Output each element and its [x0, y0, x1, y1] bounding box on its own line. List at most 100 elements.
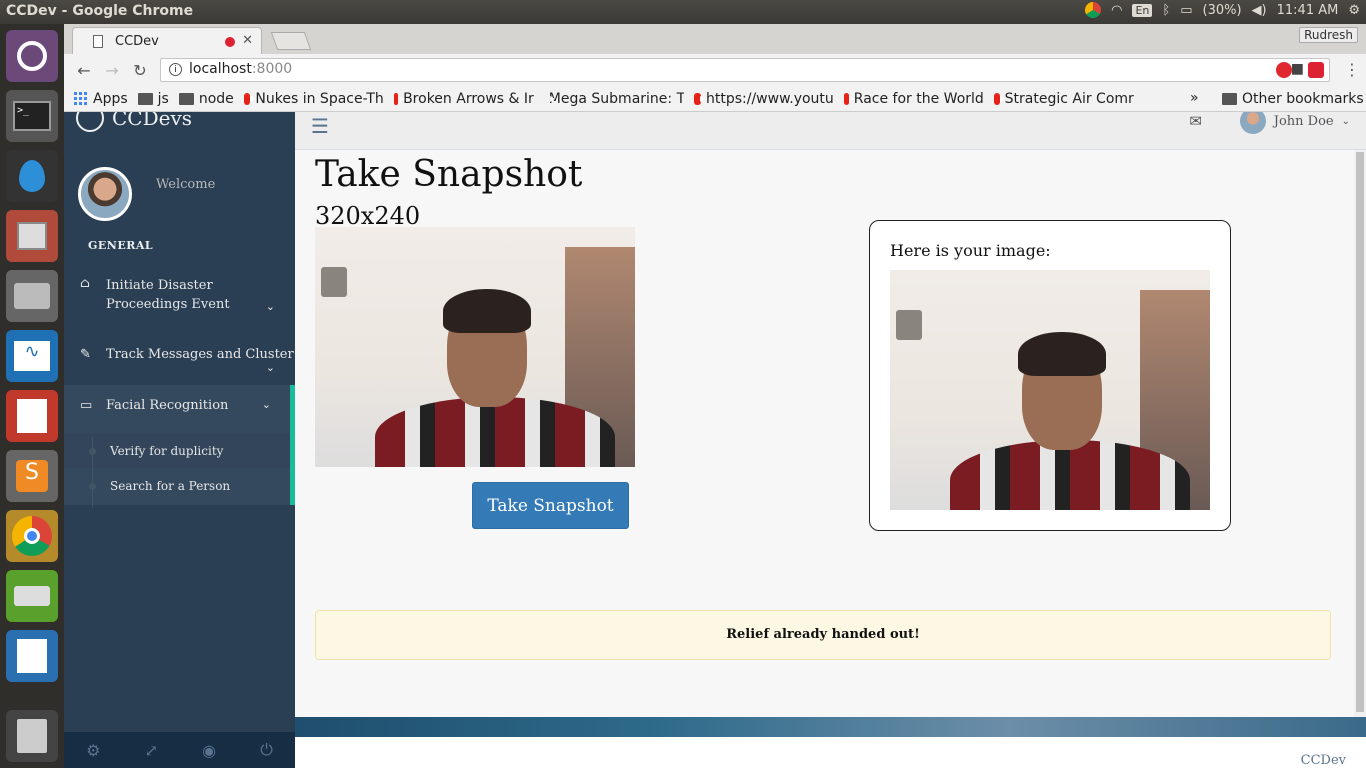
- file-manager-icon[interactable]: [6, 210, 58, 262]
- wall-lamp: [896, 310, 922, 340]
- other-bookmarks[interactable]: Other bookmarks: [1222, 91, 1364, 107]
- launcher: >_ ∿ S: [0, 24, 64, 768]
- chevron-down-icon: ⌄: [265, 300, 275, 313]
- new-tab-button[interactable]: [270, 32, 312, 50]
- url-host: localhost: [189, 61, 252, 77]
- user-menu[interactable]: John Doe ⌄: [1239, 112, 1350, 134]
- take-snapshot-button[interactable]: Take Snapshot: [472, 482, 629, 529]
- toolbar: ← → ↻ i localhost:8000 ■ ☆ ⋮: [64, 54, 1366, 86]
- sidebar-footer: ⚙ ⤢ ◉ ⏻: [64, 732, 295, 768]
- chrome-launcher-icon[interactable]: [6, 510, 58, 562]
- tab-ccdev[interactable]: CCDev ✕: [72, 27, 262, 54]
- chrome-tray-icon[interactable]: [1085, 2, 1102, 18]
- trash-icon[interactable]: [6, 710, 58, 762]
- bookmark-video[interactable]: https://www.youtu: [693, 91, 834, 107]
- snapshot-image: [890, 270, 1210, 510]
- close-tab-icon[interactable]: ✕: [242, 33, 253, 48]
- battery-icon[interactable]: ▭: [1180, 3, 1192, 18]
- drupal-icon[interactable]: [6, 150, 58, 202]
- person-shirt: [950, 440, 1190, 510]
- browser-window: CCDev ✕ Rudresh ← → ↻ i localhost:8000 ■…: [64, 24, 1366, 768]
- envelope-icon[interactable]: ✉: [1189, 112, 1202, 130]
- window-title: CCDev - Google Chrome: [6, 3, 194, 19]
- ubuntu-dash-icon[interactable]: [6, 30, 58, 82]
- bullet-icon: [89, 483, 96, 490]
- bookmarks-bar: Apps js node Nukes in Space-Th Broken Ar…: [64, 86, 1366, 112]
- scrollbar-thumb[interactable]: [1356, 152, 1364, 712]
- bookmark-folder-node[interactable]: node: [178, 91, 234, 107]
- wifi-icon[interactable]: ◠: [1111, 3, 1122, 18]
- avatar: [78, 167, 132, 221]
- profile-button[interactable]: Rudresh: [1299, 27, 1358, 43]
- youtube-icon: [843, 92, 855, 105]
- site-info-icon[interactable]: i: [169, 63, 182, 76]
- youtube-icon: [393, 92, 406, 105]
- fullscreen-icon[interactable]: ⤢: [145, 741, 158, 760]
- system-monitor-icon[interactable]: ∿: [6, 330, 58, 382]
- chevron-down-icon: ⌄: [261, 398, 271, 411]
- person-hair: [443, 289, 531, 333]
- hamburger-menu-icon[interactable]: ☰: [311, 114, 329, 138]
- sublime-text-icon[interactable]: S: [6, 450, 58, 502]
- address-bar[interactable]: i localhost:8000 ■ ☆: [160, 58, 1330, 82]
- page-title: Take Snapshot: [315, 154, 583, 195]
- user-avatar: [1239, 112, 1266, 134]
- folder-icon: [137, 92, 153, 105]
- person-shirt: [375, 397, 615, 467]
- web-page: CCDevs Welcome GENERAL ⌂ Initiate Disaste…: [64, 112, 1366, 768]
- youtube-icon: [693, 92, 706, 105]
- more-bookmarks-button[interactable]: »: [1190, 90, 1199, 106]
- bookmark-apps[interactable]: Apps: [74, 91, 128, 107]
- scrollbar[interactable]: [1354, 150, 1366, 768]
- apps-grid-icon: [74, 92, 87, 105]
- shield-extension-icon[interactable]: [1308, 62, 1324, 78]
- bookmark-video[interactable]: Race for the World: [843, 91, 984, 107]
- settings-gear-icon[interactable]: ⚙: [1348, 3, 1360, 18]
- keyboard-layout[interactable]: En: [1132, 3, 1153, 17]
- bookmark-video[interactable]: Strategic Air Comr: [993, 91, 1134, 107]
- timer-icon[interactable]: [6, 570, 58, 622]
- clock[interactable]: 11:41 AM: [1277, 3, 1339, 18]
- forward-icon[interactable]: →: [98, 61, 126, 80]
- recording-icon: [225, 37, 235, 47]
- settings-icon[interactable]: ⚙: [86, 741, 100, 760]
- bullet-icon: [89, 448, 96, 455]
- result-label: Here is your image:: [890, 241, 1051, 260]
- bookmark-video[interactable]: Mega Submarine: T: [544, 91, 684, 107]
- system-tray: ◠ En ᛒ ▭ (30%) ◀) 11:41 AM ⚙: [1085, 2, 1360, 18]
- brand[interactable]: CCDevs: [76, 112, 192, 132]
- tab-title: CCDev: [115, 34, 159, 49]
- bookmark-video[interactable]: Broken Arrows & Ir: [393, 91, 534, 107]
- person-hair: [1018, 332, 1106, 376]
- reload-icon[interactable]: ↻: [126, 61, 154, 80]
- chevron-down-icon: ⌄: [265, 361, 275, 374]
- youtube-icon: [243, 92, 255, 105]
- os-top-bar: CCDev - Google Chrome ◠ En ᛒ ▭ (30%) ◀) …: [0, 0, 1366, 24]
- url-port: :8000: [251, 61, 293, 77]
- bookmark-folder-js[interactable]: js: [137, 91, 169, 107]
- disks-icon[interactable]: [6, 270, 58, 322]
- submenu-search-person[interactable]: Search for a Person: [110, 479, 230, 493]
- lock-eye-icon[interactable]: ◉: [202, 741, 216, 760]
- top-nav: ☰ ✉ John Doe ⌄: [295, 112, 1366, 150]
- edit-icon: ✎: [80, 347, 91, 362]
- document-viewer-icon[interactable]: [6, 390, 58, 442]
- terminal-icon[interactable]: >_: [6, 90, 58, 142]
- sidebar-item-track[interactable]: ✎ Track Messages and Cluster ⌄: [64, 347, 295, 387]
- writer-icon[interactable]: [6, 630, 58, 682]
- sidebar-item-facial-recognition[interactable]: ▭ Facial Recognition ⌄: [64, 398, 295, 428]
- section-title: GENERAL: [88, 239, 154, 252]
- bluetooth-icon[interactable]: ᛒ: [1162, 3, 1170, 18]
- volume-icon[interactable]: ◀): [1252, 3, 1267, 18]
- desktop-icon: ▭: [80, 398, 93, 413]
- menu-icon[interactable]: ⋮: [1344, 60, 1360, 79]
- result-panel: Here is your image:: [869, 220, 1231, 531]
- opera-extension-icon[interactable]: [1276, 62, 1292, 78]
- back-icon[interactable]: ←: [70, 61, 98, 80]
- bookmark-video[interactable]: Nukes in Space-Th: [243, 91, 384, 107]
- warning-alert: Relief already handed out!: [315, 610, 1331, 660]
- sidebar-item-disaster[interactable]: ⌂ Initiate Disaster Proceedings Event ⌄: [64, 276, 295, 320]
- submenu-verify-duplicity[interactable]: Verify for duplicity: [110, 444, 223, 458]
- tab-strip: CCDev ✕ Rudresh: [64, 24, 1366, 54]
- logout-icon[interactable]: ⏻: [260, 740, 273, 760]
